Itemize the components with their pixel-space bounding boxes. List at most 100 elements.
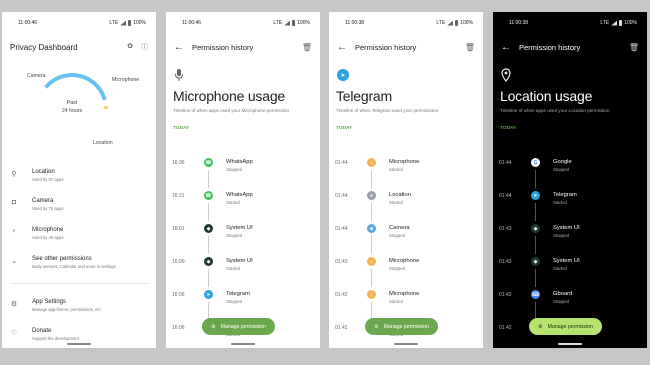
page-title: Location usage — [500, 88, 593, 104]
manage-permission-button[interactable]: ⚙ Manage permission — [202, 318, 275, 335]
item-sub: Body sensors, Calendar and more in setti… — [32, 264, 116, 269]
timeline-app-name: System UI — [226, 258, 253, 264]
status-bar: 11:00:46 LTE 100% — [2, 12, 156, 34]
timeline-state: Started — [553, 200, 567, 205]
list-item-microphone[interactable]: ♀ Microphone Used by 40 apps — [2, 225, 156, 249]
item-sub: Manage app theme, permissions, etc — [32, 307, 101, 312]
manage-permission-button[interactable]: ⚙ Manage permission — [365, 318, 438, 335]
heart-icon: ♡ — [10, 330, 18, 337]
app-bar: ← Permission history 🗑 — [329, 34, 483, 60]
page-title: Microphone usage — [173, 88, 285, 104]
timeline-time: 01:43 — [499, 226, 512, 232]
palette-icon[interactable]: ✿ — [127, 42, 133, 52]
button-label: Manage permission — [383, 323, 429, 330]
back-arrow-icon[interactable]: ← — [174, 42, 192, 53]
telegram-logo-icon: ➤ — [337, 68, 483, 82]
delete-icon[interactable]: 🗑 — [302, 43, 312, 52]
timeline-row[interactable]: 01:42 ♪ Microphone Started — [329, 290, 483, 310]
back-arrow-icon[interactable]: ← — [501, 42, 519, 53]
donut-label-camera: Camera — [27, 73, 46, 79]
telegram-history-screen: 11:00:38 LTE 100% ← Permission history 🗑… — [329, 12, 483, 348]
divider — [10, 283, 148, 284]
timeline-state: Stopped — [226, 167, 243, 172]
timeline-app-name: Telegram — [226, 291, 250, 297]
timeline-row[interactable]: 01:43 ◆ System UI Started — [493, 257, 647, 277]
timeline-row[interactable]: 01:44 ♪ Microphone Started — [329, 158, 483, 178]
list-item-location[interactable]: ⚲ Location Used by 87 apps — [2, 167, 156, 191]
timeline-row[interactable]: 16:00 ◆ System UI Started — [166, 257, 320, 277]
privacy-dashboard-screen: 11:00:46 LTE 100% Privacy Dashboard ✿ ⓘ … — [2, 12, 156, 348]
timeline-state: Started — [553, 266, 567, 271]
timeline-row[interactable]: 01:44 ■ Camera Stopped — [329, 224, 483, 244]
app-icon: ■ — [367, 224, 376, 233]
timeline-row[interactable]: 01:44 ● Location Started — [329, 191, 483, 211]
list-item-camera[interactable]: ◘ Camera Used by 76 apps — [2, 196, 156, 220]
manage-permission-button[interactable]: ⚙ Manage permission — [529, 318, 602, 335]
appbar-title: Permission history — [519, 42, 581, 52]
timeline-time: 01:42 — [335, 325, 348, 331]
item-title: Location — [32, 169, 55, 175]
signal-icon — [284, 20, 291, 26]
signal-icon — [447, 20, 454, 26]
appbar-title: Permission history — [355, 42, 417, 52]
timeline-state: Stopped — [553, 233, 570, 238]
gesture-nav-bar[interactable] — [394, 343, 418, 345]
timeline-time: 01:44 — [499, 193, 512, 199]
timeline-app-name: Location — [389, 192, 411, 198]
timeline-row[interactable]: 01:44 ➤ Telegram Started — [493, 191, 647, 211]
app-bar: ← Permission history 🗑 — [493, 34, 647, 60]
timeline-state: Started — [389, 200, 403, 205]
timeline-row[interactable]: 16:01 ◆ System UI Stopped — [166, 224, 320, 244]
timeline-time: 01:44 — [335, 226, 348, 232]
timeline-row[interactable]: 16:36 ☎ WhatsApp Stopped — [166, 158, 320, 178]
appbar-title: Permission history — [192, 42, 254, 52]
list-item-other-permissions[interactable]: ⌄ See other permissions Body sensors, Ca… — [2, 254, 156, 278]
back-arrow-icon[interactable]: ← — [337, 42, 355, 53]
delete-icon[interactable]: 🗑 — [465, 43, 475, 52]
timeline-row[interactable]: 16:06 ➤ Telegram Stopped — [166, 290, 320, 310]
timeline-time: 01:42 — [499, 292, 512, 298]
timeline-row[interactable]: 01:42 ⌨ Gboard Stopped — [493, 290, 647, 310]
status-bar: 11:00:46 LTE 100% — [166, 12, 320, 34]
gesture-nav-bar[interactable] — [67, 343, 91, 345]
page-title: Privacy Dashboard — [10, 42, 78, 52]
timeline-app-name: System UI — [553, 258, 580, 264]
timeline-app-name: Microphone — [389, 159, 420, 165]
timeline-row[interactable]: 01:43 ◆ System UI Stopped — [493, 224, 647, 244]
delete-icon[interactable]: 🗑 — [629, 43, 639, 52]
gesture-nav-bar[interactable] — [231, 343, 255, 345]
timeline-app-name: WhatsApp — [226, 159, 253, 165]
microphone-icon — [174, 68, 320, 82]
timeline-row[interactable]: 01:44 G Google Stopped — [493, 158, 647, 178]
app-icon: ◆ — [204, 224, 213, 233]
page-subtitle: Timeline of when Telegram used your perm… — [336, 108, 438, 113]
list-item-app-settings[interactable]: ⚙ App Settings Manage app theme, permiss… — [2, 297, 156, 321]
timeline-time: 16:00 — [172, 259, 185, 265]
timeline-time: 01:42 — [335, 292, 348, 298]
timeline-connector — [371, 203, 372, 221]
app-icon: ➤ — [204, 290, 213, 299]
timeline-app-name: Gboard — [553, 291, 573, 297]
app-icon: ➤ — [531, 191, 540, 200]
timeline-row[interactable]: 16:31 ☎ WhatsApp Started — [166, 191, 320, 211]
timeline-app-name: WhatsApp — [226, 192, 253, 198]
gesture-nav-bar[interactable] — [558, 343, 582, 345]
network-label: LTE — [273, 20, 283, 26]
item-sub: Used by 87 apps — [32, 177, 64, 182]
info-icon[interactable]: ⓘ — [141, 42, 148, 52]
item-sub: Used by 76 apps — [32, 206, 64, 211]
item-title: See other permissions — [32, 256, 92, 262]
item-sub: Support the development — [32, 336, 79, 341]
timeline-connector — [208, 236, 209, 254]
timeline-time: 16:31 — [172, 193, 185, 199]
section-header-today: TODAY — [173, 126, 190, 131]
timeline-app-name: Microphone — [389, 258, 420, 264]
timeline-app-name: Microphone — [389, 291, 420, 297]
timeline-row[interactable]: 01:43 ♪ Microphone Stopped — [329, 257, 483, 277]
battery-icon — [292, 20, 296, 26]
item-title: App Settings — [32, 299, 67, 305]
battery-percent: 100% — [133, 20, 146, 26]
usage-donut-chart[interactable]: Past 24 hours Camera Microphone Location — [2, 64, 156, 154]
timeline-time: 01:43 — [335, 259, 348, 265]
timeline-state: Stopped — [553, 167, 570, 172]
